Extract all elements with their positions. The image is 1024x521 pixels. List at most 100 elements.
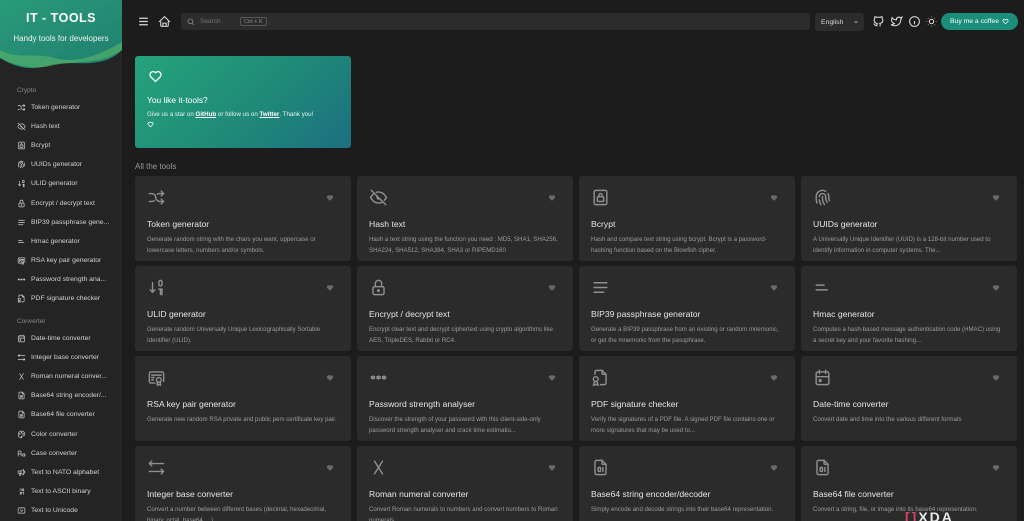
tool-card[interactable]: Roman numeral converter Convert Roman num… [357, 446, 573, 521]
tool-description: Encrypt clear text and decrypt ciphertex… [369, 326, 553, 344]
tool-card[interactable]: Token generator Generate random string wi… [135, 176, 351, 261]
menu-icon[interactable] [137, 15, 150, 28]
sidebar-item[interactable]: Roman numeral conver... [0, 367, 122, 386]
hero-banner: You like it-tools? Give us a star on Git… [135, 56, 351, 148]
sidebar-item[interactable]: Bcrypt [0, 136, 122, 155]
tool-title: Hash text [369, 219, 406, 229]
tool-card[interactable]: Encrypt / decrypt text Encrypt clear text… [357, 266, 573, 351]
certificate-icon [17, 257, 26, 265]
favorite-heart-icon[interactable] [992, 374, 1000, 382]
tool-title: RSA key pair generator [147, 399, 236, 409]
tool-card[interactable]: Hmac generator Computes a hash-based mess… [801, 266, 1017, 351]
sidebar-item[interactable]: Token generator [0, 98, 122, 117]
favorite-heart-icon[interactable] [326, 464, 334, 472]
hero-text: Give us a star on GitHub or follow us on… [147, 110, 339, 120]
tool-card[interactable]: PDF signature checker Verify the signatur… [579, 356, 795, 441]
favorite-heart-icon[interactable] [992, 284, 1000, 292]
favorite-heart-icon[interactable] [992, 464, 1000, 472]
search-icon [187, 18, 195, 25]
tool-description: Generate a BIP39 passphrase from an exis… [591, 326, 779, 344]
favorite-heart-icon[interactable] [326, 374, 334, 382]
favorite-heart-icon[interactable] [770, 374, 778, 382]
sidebar-item[interactable]: ULID generator [0, 174, 122, 193]
watermark: []XDA [905, 508, 1005, 521]
file-digit-icon [816, 459, 829, 476]
github-icon[interactable] [872, 15, 885, 28]
sidebar-item[interactable]: Integer base converter [0, 348, 122, 367]
search-bar[interactable]: Ctrl + K [181, 13, 810, 30]
sidebar-item[interactable]: Password strength ana... [0, 270, 122, 289]
favorite-heart-icon[interactable] [548, 284, 556, 292]
sidebar-item[interactable]: Encrypt / decrypt text [0, 193, 122, 212]
sidebar-group-label: Crypto [17, 87, 37, 94]
favorite-heart-icon[interactable] [548, 194, 556, 202]
tool-card[interactable]: Integer base converter Convert a number b… [135, 446, 351, 521]
tool-title: Password strength analyser [369, 399, 476, 409]
sidebar-item[interactable]: Date-time converter [0, 329, 122, 348]
watermark-left: [ [905, 509, 912, 521]
sidebar-item-label: Text to Unicode [31, 506, 78, 514]
favorite-heart-icon[interactable] [548, 374, 556, 382]
file-digit-icon [594, 459, 607, 476]
github-link[interactable]: GitHub [196, 111, 217, 118]
favorite-heart-icon[interactable] [548, 464, 556, 472]
brand-header[interactable]: IT - TOOLS Handy tools for developers [0, 0, 122, 72]
sidebar-item[interactable]: Text to ASCII binary [0, 482, 122, 501]
box-icon [18, 142, 25, 150]
theme-toggle-icon[interactable] [925, 15, 938, 28]
sidebar-item[interactable]: Text to NATO alphabet [0, 463, 122, 482]
letter-x-icon [19, 373, 24, 381]
tool-card[interactable]: Hash text Hash a text string using the fu… [357, 176, 573, 261]
sidebar-item-label: Text to NATO alphabet [31, 468, 100, 476]
tool-card[interactable]: BIP39 passphrase generator Generate a BIP… [579, 266, 795, 351]
sidebar-item[interactable]: Hmac generator [0, 232, 122, 251]
sidebar-item[interactable]: Case converter [0, 444, 122, 463]
tool-card[interactable]: Password strength analyser Discover the s… [357, 356, 573, 441]
eye-off-icon [17, 122, 26, 131]
sidebar-item[interactable]: Hash text [0, 117, 122, 136]
twitter-link[interactable]: Twitter [260, 111, 280, 118]
buy-me-coffee-button[interactable]: Buy me a coffee [941, 13, 1018, 30]
twitter-icon[interactable] [890, 15, 903, 28]
short-text-icon [815, 284, 828, 291]
favorite-heart-icon[interactable] [770, 464, 778, 472]
language-select[interactable]: English [815, 13, 864, 31]
favorite-heart-icon[interactable] [326, 284, 334, 292]
favorite-heart-icon[interactable] [770, 194, 778, 202]
tool-card[interactable]: ULID generator Generate random Universall… [135, 266, 351, 351]
brand-title: IT - TOOLS [25, 11, 97, 25]
sidebar-item-label: Token generator [31, 104, 81, 112]
sidebar-item[interactable]: BIP39 passphrase gene... [0, 213, 122, 232]
sidebar-item[interactable]: Base64 string encoder/... [0, 386, 122, 405]
search-input[interactable] [200, 18, 240, 25]
tool-card[interactable]: UUIDs generator A Universally Unique Iden… [801, 176, 1017, 261]
certificate-icon [148, 371, 165, 387]
tool-card[interactable]: Date-time converter Convert date and time… [801, 356, 1017, 441]
favorite-heart-icon[interactable] [992, 194, 1000, 202]
sidebar-group-label: Converter [17, 318, 46, 326]
sidebar-item[interactable]: RSA key pair generator [0, 251, 122, 270]
tool-description: Simply encode and decode strings into th… [591, 506, 774, 513]
align-justified-icon [18, 219, 25, 225]
fingerprint-icon [18, 161, 26, 169]
letter-x-icon [373, 460, 384, 475]
sidebar-item[interactable]: Text to Unicode [0, 501, 122, 520]
sidebar-item-label: Text to ASCII binary [31, 487, 91, 495]
file-certificate-icon [17, 294, 25, 303]
calendar-icon [18, 334, 25, 343]
sidebar-item[interactable]: Base64 file converter [0, 405, 122, 424]
letter-case-icon [17, 450, 26, 457]
favorite-heart-icon[interactable] [326, 194, 334, 202]
favorite-heart-icon[interactable] [770, 284, 778, 292]
sidebar-item[interactable]: UUIDs generator [0, 155, 122, 174]
home-icon[interactable] [158, 15, 171, 28]
sidebar-item[interactable]: Color converter [0, 425, 122, 444]
tool-card[interactable]: Bcrypt Hash and compare text string using… [579, 176, 795, 261]
tool-description: Discover the strength of your password w… [369, 416, 541, 434]
tool-card[interactable]: RSA key pair generator Generate new rando… [135, 356, 351, 441]
tool-card[interactable]: Base64 string encoder/decoder Simply enco… [579, 446, 795, 521]
hero-text-middle: or follow us on [217, 111, 258, 118]
sidebar-item[interactable]: PDF signature checker [0, 289, 122, 308]
fingerprint-icon [815, 189, 831, 206]
info-icon[interactable] [908, 15, 921, 28]
